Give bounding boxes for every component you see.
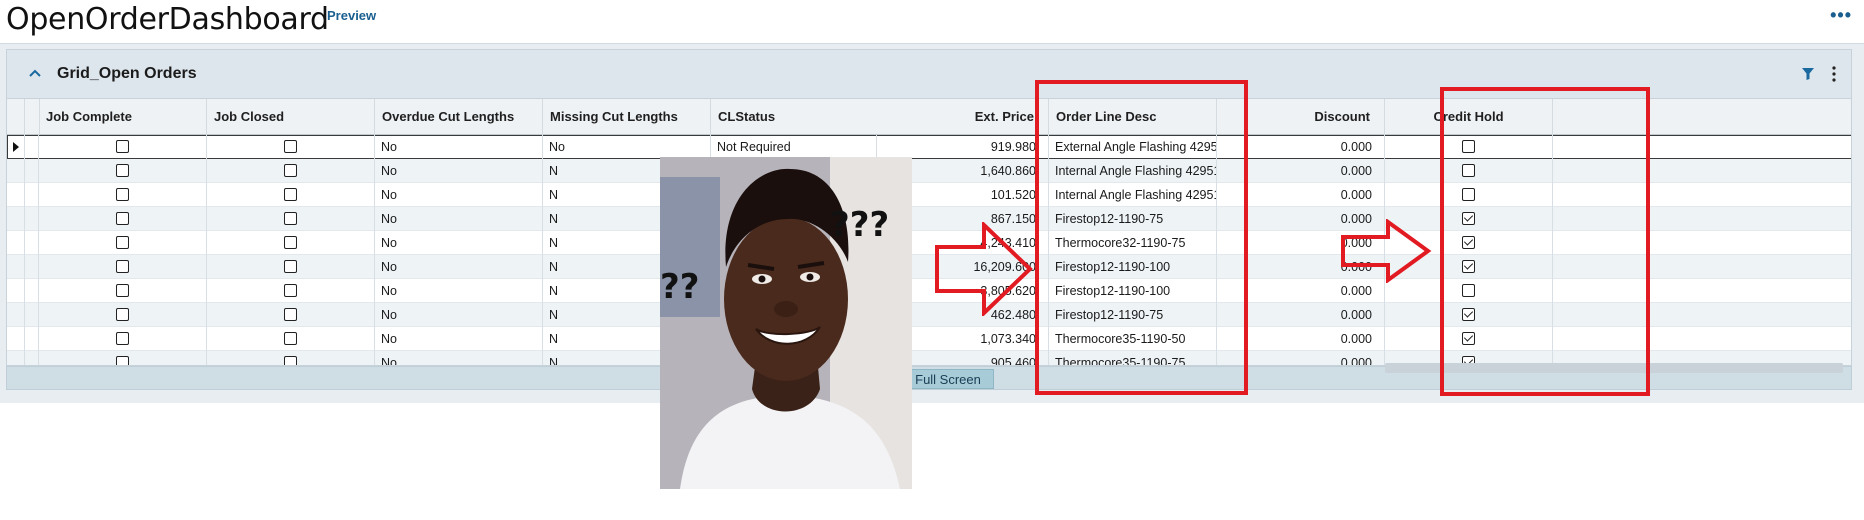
- job-closed-cell[interactable]: [207, 255, 375, 279]
- overdue-cut-lengths-cell: No: [375, 327, 543, 351]
- row-indicator: [7, 231, 25, 255]
- row-indicator: [7, 159, 25, 183]
- job-closed-checkbox[interactable]: [284, 308, 297, 322]
- row-indicator: [7, 183, 25, 207]
- overdue-cut-lengths-cell: No: [375, 159, 543, 183]
- filter-icon[interactable]: [1801, 67, 1815, 81]
- row-selector[interactable]: [25, 327, 39, 351]
- row-selector[interactable]: [25, 279, 39, 303]
- col-job-closed[interactable]: Job Closed: [207, 99, 375, 135]
- meme-question-marks-left: ??: [660, 267, 700, 307]
- job-closed-cell[interactable]: [207, 351, 375, 365]
- job-complete-checkbox[interactable]: [116, 236, 129, 250]
- job-closed-checkbox[interactable]: [284, 356, 297, 365]
- overdue-cut-lengths-cell: No: [375, 255, 543, 279]
- highlight-box-discount: [1440, 87, 1650, 396]
- row-selector[interactable]: [25, 183, 39, 207]
- row-indicator: [7, 255, 25, 279]
- job-complete-cell[interactable]: [39, 207, 207, 231]
- ext-price-cell: 919.980: [877, 135, 1049, 159]
- app-root: OpenOrderDashboard Preview ••• Grid_Open…: [0, 0, 1864, 520]
- job-closed-cell[interactable]: [207, 135, 375, 159]
- job-complete-checkbox[interactable]: [116, 212, 129, 226]
- row-selector[interactable]: [25, 255, 39, 279]
- overdue-cut-lengths-cell: No: [375, 207, 543, 231]
- row-indicator: [7, 135, 25, 159]
- job-closed-cell[interactable]: [207, 159, 375, 183]
- overdue-cut-lengths-cell: No: [375, 231, 543, 255]
- row-indicator: [7, 279, 25, 303]
- job-closed-cell[interactable]: [207, 279, 375, 303]
- arrow-right-icon: [935, 222, 1033, 316]
- job-complete-checkbox[interactable]: [116, 188, 129, 202]
- job-complete-cell[interactable]: [39, 303, 207, 327]
- row-indicator: [7, 303, 25, 327]
- row-indicator: [7, 327, 25, 351]
- row-selector[interactable]: [25, 351, 39, 365]
- row-selector[interactable]: [25, 207, 39, 231]
- job-closed-cell[interactable]: [207, 327, 375, 351]
- job-complete-cell[interactable]: [39, 279, 207, 303]
- job-complete-checkbox[interactable]: [116, 332, 129, 346]
- meme-question-marks-right: ???: [830, 205, 890, 245]
- row-selector[interactable]: [25, 303, 39, 327]
- job-closed-checkbox[interactable]: [284, 140, 297, 154]
- job-closed-checkbox[interactable]: [284, 212, 297, 226]
- row-indicator: [7, 207, 25, 231]
- job-complete-cell[interactable]: [39, 135, 207, 159]
- job-complete-cell[interactable]: [39, 159, 207, 183]
- clstatus-cell: Not Required: [711, 135, 877, 159]
- job-closed-checkbox[interactable]: [284, 188, 297, 202]
- job-complete-cell[interactable]: [39, 231, 207, 255]
- job-complete-cell[interactable]: [39, 183, 207, 207]
- col-missing-cut-lengths[interactable]: Missing Cut Lengths: [543, 99, 711, 135]
- overdue-cut-lengths-cell: No: [375, 135, 543, 159]
- overdue-cut-lengths-cell: No: [375, 183, 543, 207]
- job-complete-checkbox[interactable]: [116, 140, 129, 154]
- job-closed-cell[interactable]: [207, 303, 375, 327]
- job-closed-checkbox[interactable]: [284, 332, 297, 346]
- job-closed-checkbox[interactable]: [284, 284, 297, 298]
- preview-link[interactable]: Preview: [327, 8, 376, 23]
- job-complete-checkbox[interactable]: [116, 356, 129, 365]
- job-closed-cell[interactable]: [207, 207, 375, 231]
- row-selector[interactable]: [25, 159, 39, 183]
- job-complete-cell[interactable]: [39, 327, 207, 351]
- chevron-up-icon[interactable]: [25, 63, 45, 83]
- job-complete-checkbox[interactable]: [116, 260, 129, 274]
- arrow-right-icon: [1341, 219, 1432, 283]
- job-complete-cell[interactable]: [39, 351, 207, 365]
- overdue-cut-lengths-cell: No: [375, 303, 543, 327]
- missing-cut-lengths-cell: No: [543, 135, 711, 159]
- row-selector[interactable]: [25, 231, 39, 255]
- page-title: OpenOrderDashboard: [6, 2, 329, 37]
- full-screen-button[interactable]: Full Screen: [902, 369, 994, 389]
- job-closed-checkbox[interactable]: [284, 236, 297, 250]
- job-closed-checkbox[interactable]: [284, 260, 297, 274]
- confused-man-meme-image: ??? ??: [660, 157, 912, 489]
- job-closed-cell[interactable]: [207, 183, 375, 207]
- job-complete-checkbox[interactable]: [116, 164, 129, 178]
- panel-title: Grid_Open Orders: [57, 65, 197, 82]
- col-overdue-cut-lengths[interactable]: Overdue Cut Lengths: [375, 99, 543, 135]
- row-selector-header: [25, 99, 40, 135]
- job-complete-cell[interactable]: [39, 255, 207, 279]
- job-closed-checkbox[interactable]: [284, 164, 297, 178]
- job-closed-cell[interactable]: [207, 231, 375, 255]
- job-complete-checkbox[interactable]: [116, 284, 129, 298]
- row-indicator-header: [7, 99, 25, 135]
- row-selector[interactable]: [25, 135, 39, 159]
- col-job-complete[interactable]: Job Complete: [39, 99, 207, 135]
- job-complete-checkbox[interactable]: [116, 308, 129, 322]
- kebab-menu-icon[interactable]: [1831, 65, 1837, 83]
- current-row-indicator-icon: [13, 142, 19, 152]
- highlight-box-ext-price: [1035, 80, 1248, 395]
- overdue-cut-lengths-cell: No: [375, 351, 543, 365]
- overdue-cut-lengths-cell: No: [375, 279, 543, 303]
- row-indicator: [7, 351, 25, 365]
- col-ext-price[interactable]: Ext. Price: [877, 99, 1049, 135]
- more-horizontal-icon[interactable]: •••: [1830, 6, 1852, 24]
